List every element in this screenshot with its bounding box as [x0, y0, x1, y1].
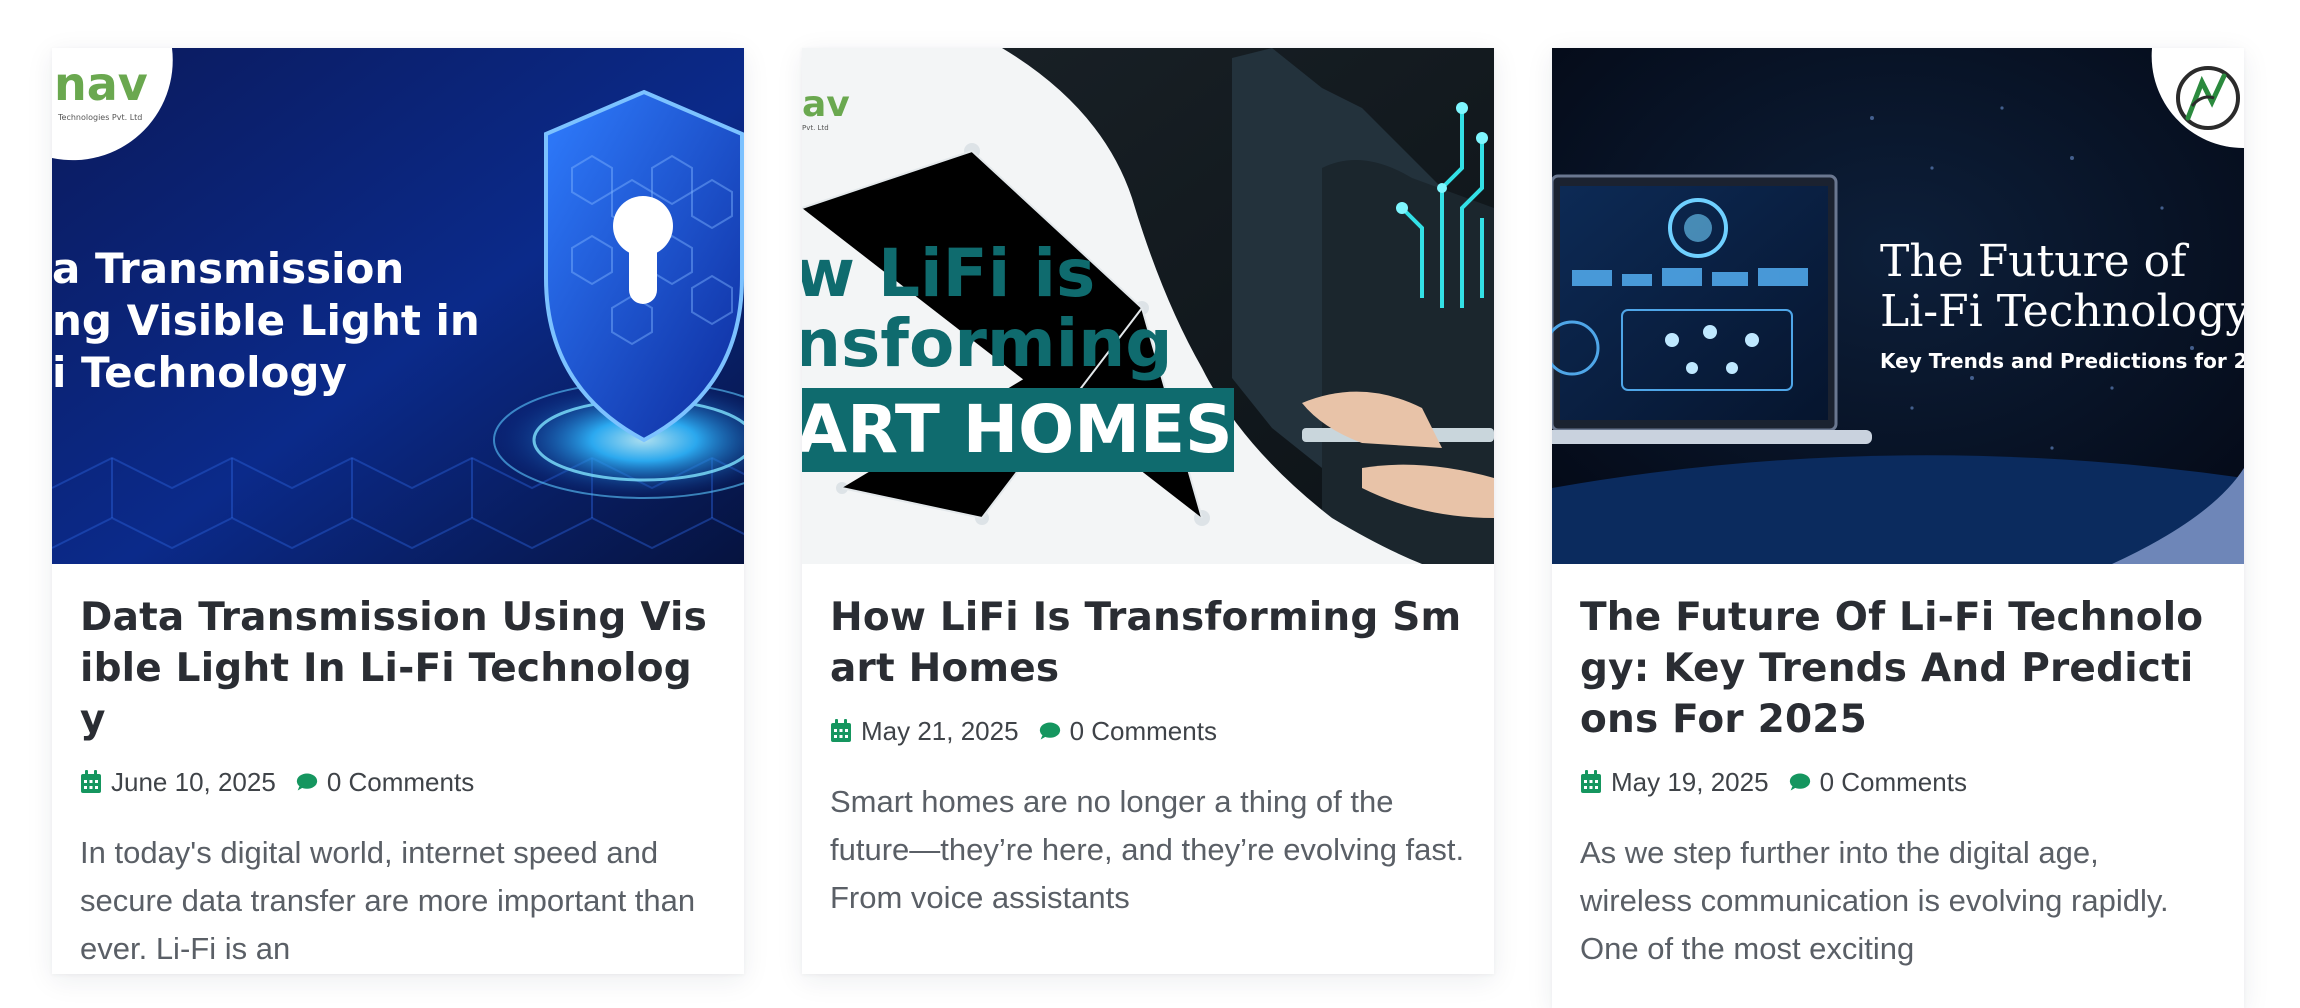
calendar-icon: [1580, 770, 1602, 794]
post-date: June 10, 2025: [111, 766, 276, 797]
image-text-line: a Transmission: [52, 244, 404, 293]
comment-icon: [296, 770, 318, 794]
post-card: The Future of Li-Fi Technology Key Trend…: [1552, 48, 2244, 1008]
blog-post-grid: a Transmission ng Visible Light in i Tec…: [0, 0, 2300, 1008]
image-text-line: ng Visible Light in: [52, 296, 480, 345]
post-thumbnail[interactable]: av Pvt. Ltd w LiFi is nsforming ART HOME…: [802, 48, 1494, 564]
post-date: May 21, 2025: [861, 715, 1019, 746]
post-title[interactable]: How LiFi Is Transforming Smart Homes: [830, 592, 1466, 694]
post-image-future-lifi: The Future of Li-Fi Technology Key Trend…: [1552, 48, 2244, 564]
image-text-line: w LiFi is: [802, 235, 1095, 312]
image-text-line: The Future of: [1880, 236, 2189, 287]
image-text-line: ART HOMES: [802, 391, 1233, 468]
comment-icon: [1039, 719, 1061, 743]
post-card: a Transmission ng Visible Light in i Tec…: [52, 48, 744, 974]
post-excerpt: As we step further into the digital age,…: [1580, 835, 2169, 966]
image-text-line: nsforming: [802, 305, 1173, 382]
post-excerpt: In today's digital world, internet speed…: [80, 835, 696, 966]
post-card: av Pvt. Ltd w LiFi is nsforming ART HOME…: [802, 48, 1494, 974]
post-comments-count[interactable]: 0 Comments: [1070, 716, 1217, 747]
post-title[interactable]: The Future Of Li-Fi Technology: Key Tren…: [1580, 592, 2216, 745]
post-thumbnail[interactable]: a Transmission ng Visible Light in i Tec…: [52, 48, 744, 564]
post-image-smart-homes: av Pvt. Ltd w LiFi is nsforming ART HOME…: [802, 48, 1494, 564]
post-meta: May 19, 2025 0 Comments: [1580, 767, 2216, 797]
image-text-line: Key Trends and Predictions for 2025: [1880, 349, 2244, 373]
brand-logo: nav: [54, 57, 148, 111]
post-comments-count[interactable]: 0 Comments: [1820, 767, 1967, 798]
post-title[interactable]: Data Transmission Using Visible Light In…: [80, 592, 716, 745]
calendar-icon: [830, 719, 852, 743]
image-text-line: Li-Fi Technology: [1880, 286, 2244, 337]
post-image-security-shield: a Transmission ng Visible Light in i Tec…: [52, 48, 744, 564]
post-comments-count[interactable]: 0 Comments: [327, 767, 474, 798]
post-thumbnail[interactable]: The Future of Li-Fi Technology Key Trend…: [1552, 48, 2244, 564]
comment-icon: [1789, 770, 1811, 794]
brand-logo-subtext: Pvt. Ltd: [802, 124, 829, 132]
post-meta: May 21, 2025 0 Comments: [830, 716, 1466, 746]
brand-logo-icon: [2176, 66, 2240, 130]
post-excerpt: Smart homes are no longer a thing of the…: [830, 784, 1465, 915]
image-text-line: i Technology: [52, 348, 347, 397]
calendar-icon: [80, 770, 102, 794]
post-meta: June 10, 2025 0 Comments: [80, 767, 716, 797]
brand-logo-subtext: Technologies Pvt. Ltd: [57, 113, 142, 122]
post-date: May 19, 2025: [1611, 766, 1769, 797]
brand-logo: av: [802, 84, 850, 125]
